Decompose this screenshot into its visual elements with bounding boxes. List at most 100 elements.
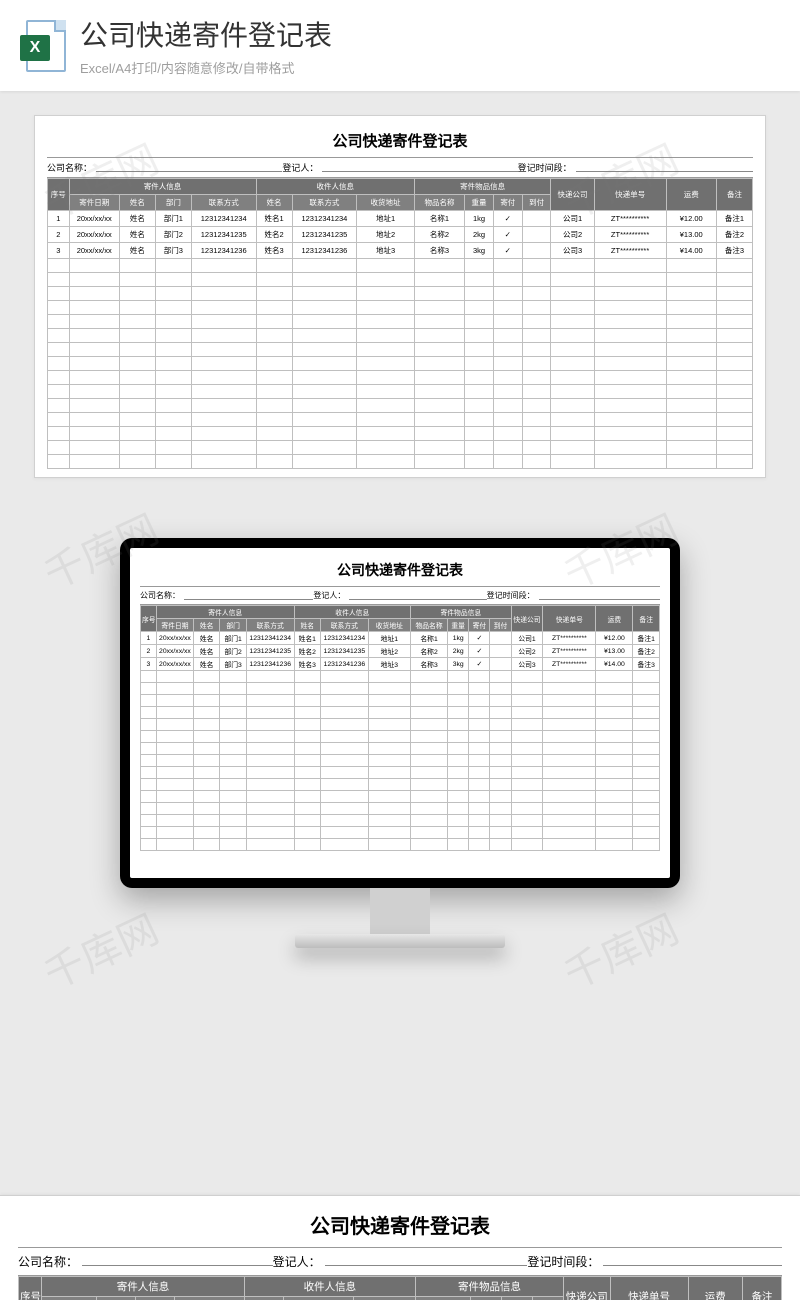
table-row	[48, 427, 753, 441]
table-row	[48, 287, 753, 301]
sheet-title: 公司快递寄件登记表	[47, 126, 753, 157]
col-rname: 姓名	[244, 1297, 283, 1300]
col-goods-name: 物品名称	[414, 195, 464, 211]
col-date: 寄件日期	[69, 195, 119, 211]
table-row	[141, 695, 660, 707]
excel-badge: X	[20, 35, 50, 61]
col-date: 寄件日期	[156, 619, 193, 632]
table-row	[48, 455, 753, 469]
company-label: 公司名称：	[47, 161, 92, 174]
table-row: 320xx/xx/xx姓名部门312312341236姓名31231234123…	[48, 243, 753, 259]
page-subtitle: Excel/A4打印/内容随意修改/自带格式	[80, 58, 780, 77]
col-name: 姓名	[119, 195, 155, 211]
col-rcontact: 联系方式	[292, 195, 357, 211]
table-row	[141, 731, 660, 743]
table-row: 320xx/xx/xx姓名部门312312341236姓名31231234123…	[141, 658, 660, 671]
col-raddr: 收货地址	[357, 195, 415, 211]
col-goods-name: 物品名称	[411, 619, 448, 632]
col-remark: 备注	[743, 1277, 782, 1300]
col-contact: 联系方式	[246, 619, 294, 632]
col-dept: 部门	[220, 619, 246, 632]
recorder-label: 登记人：	[282, 161, 318, 174]
group-goods: 寄件物品信息	[411, 606, 512, 619]
period-label: 登记时间段：	[518, 161, 572, 174]
table-row: 120xx/xx/xx姓名部门112312341234姓名11231234123…	[48, 211, 753, 227]
group-goods: 寄件物品信息	[416, 1277, 564, 1297]
sheet-preview-card: 公司快递寄件登记表 公司名称： 登记人： 登记时间段： 序号寄件人信息收件人信息…	[34, 115, 766, 478]
table-row	[141, 743, 660, 755]
table-row	[141, 791, 660, 803]
col-weight: 重量	[448, 619, 469, 632]
table-row	[141, 839, 660, 851]
col-courier: 快递公司	[551, 179, 594, 211]
col-goods-name: 物品名称	[416, 1297, 471, 1300]
col-rcontact: 联系方式	[283, 1297, 353, 1300]
group-sender: 寄件人信息	[156, 606, 294, 619]
col-prepaid: 寄付	[493, 195, 522, 211]
group-receiver: 收件人信息	[256, 179, 414, 195]
col-remark: 备注	[633, 606, 660, 632]
table-row	[48, 399, 753, 413]
table-row	[141, 767, 660, 779]
page-header: X 公司快递寄件登记表 Excel/A4打印/内容随意修改/自带格式	[0, 0, 800, 91]
table-row: 220xx/xx/xx姓名部门212312341235姓名21231234123…	[48, 227, 753, 243]
bottom-sheet-strip: 公司快递寄件登记表 公司名称： 登记人： 登记时间段： 序号寄件人信息收件人信息…	[0, 1195, 800, 1300]
table-row	[48, 357, 753, 371]
table-row	[48, 441, 753, 455]
excel-file-icon: X	[20, 17, 66, 75]
col-collect: 到付	[490, 619, 511, 632]
col-contact: 联系方式	[191, 195, 256, 211]
table-row	[48, 343, 753, 357]
col-tracking: 快递单号	[594, 179, 666, 211]
table-row	[141, 815, 660, 827]
table-row	[48, 413, 753, 427]
col-seq: 序号	[48, 179, 70, 211]
col-raddr: 收货地址	[368, 619, 410, 632]
table-row	[48, 273, 753, 287]
table-row	[141, 707, 660, 719]
col-rcontact: 联系方式	[321, 619, 369, 632]
table-row	[141, 719, 660, 731]
table-row: 120xx/xx/xx姓名部门112312341234姓名11231234123…	[141, 632, 660, 645]
table-row	[141, 803, 660, 815]
table-row	[48, 301, 753, 315]
table-row	[141, 671, 660, 683]
group-goods: 寄件物品信息	[414, 179, 551, 195]
spreadsheet-table: 序号寄件人信息收件人信息寄件物品信息快递公司快递单号运费备注寄件日期姓名部门联系…	[140, 605, 660, 851]
page-title: 公司快递寄件登记表	[80, 14, 780, 54]
col-name: 姓名	[193, 619, 219, 632]
col-courier: 快递公司	[511, 606, 543, 632]
sheet-title: 公司快递寄件登记表	[140, 556, 660, 586]
col-fee: 运费	[596, 606, 633, 632]
col-prepaid: 寄付	[469, 619, 490, 632]
group-receiver: 收件人信息	[294, 606, 410, 619]
table-row	[141, 683, 660, 695]
col-collect: 到付	[522, 195, 551, 211]
table-row: 220xx/xx/xx姓名部门212312341235姓名21231234123…	[141, 645, 660, 658]
table-row	[48, 259, 753, 273]
col-dept: 部门	[155, 195, 191, 211]
col-contact: 联系方式	[174, 1297, 244, 1300]
col-rname: 姓名	[294, 619, 320, 632]
table-row	[141, 755, 660, 767]
col-raddr: 收货地址	[353, 1297, 415, 1300]
col-dept: 部门	[135, 1297, 174, 1300]
col-fee: 运费	[666, 179, 716, 211]
group-sender: 寄件人信息	[69, 179, 256, 195]
info-row: 公司名称： 登记人： 登记时间段：	[140, 586, 660, 605]
sheet-title: 公司快递寄件登记表	[18, 1206, 782, 1247]
spreadsheet-table: 序号寄件人信息收件人信息寄件物品信息快递公司快递单号运费备注寄件日期姓名部门联系…	[18, 1276, 782, 1300]
table-row	[48, 329, 753, 343]
col-fee: 运费	[688, 1277, 743, 1300]
table-row	[48, 371, 753, 385]
col-weight: 重量	[465, 195, 494, 211]
col-weight: 重量	[470, 1297, 501, 1300]
col-rname: 姓名	[256, 195, 292, 211]
col-tracking: 快递单号	[610, 1277, 688, 1300]
col-date: 寄件日期	[42, 1297, 97, 1300]
info-row: 公司名称： 登记人： 登记时间段：	[18, 1247, 782, 1276]
table-row	[48, 315, 753, 329]
col-seq: 序号	[141, 606, 157, 632]
col-courier: 快递公司	[563, 1277, 610, 1300]
monitor-mockup: 公司快递寄件登记表 公司名称： 登记人： 登记时间段： 序号寄件人信息收件人信息…	[0, 538, 800, 948]
